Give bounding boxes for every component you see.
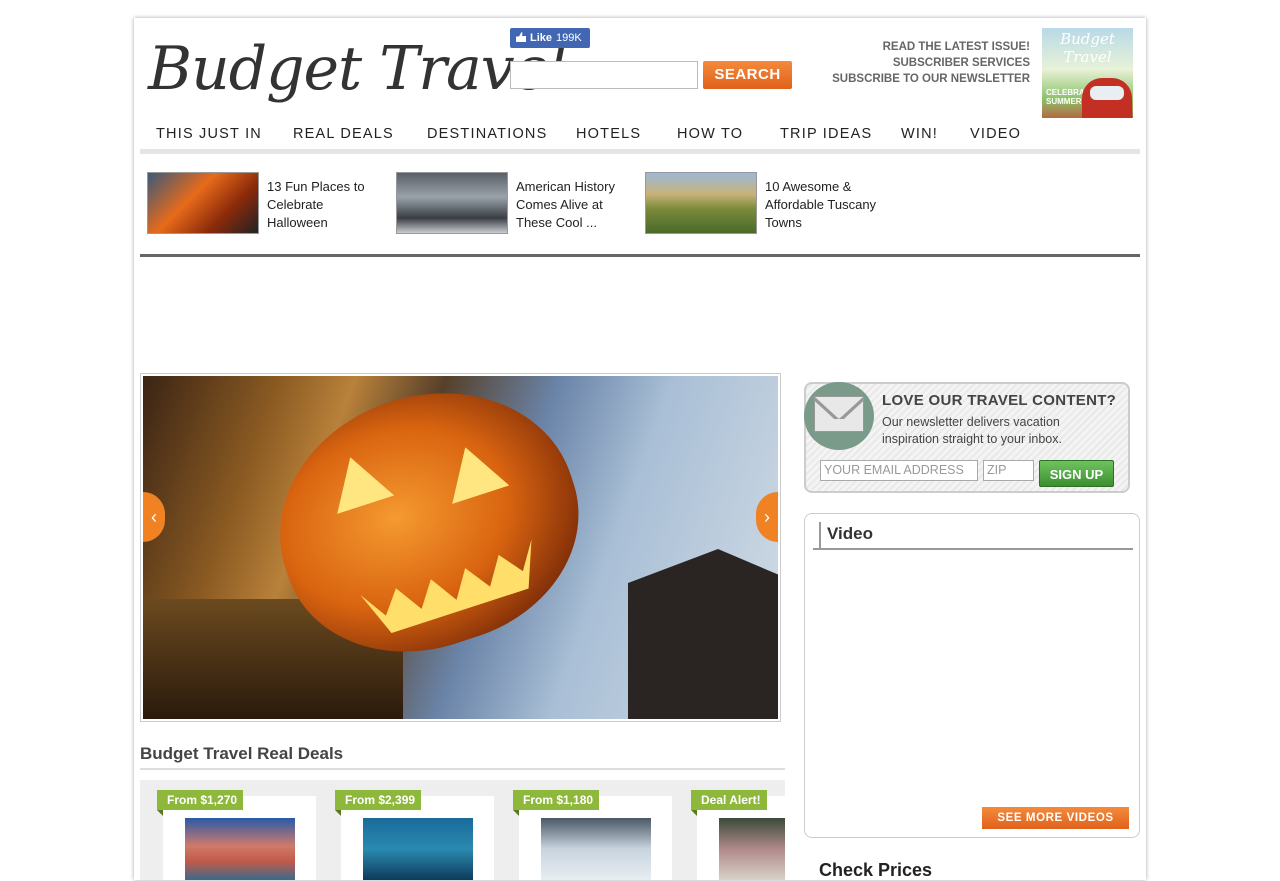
- subscribe-newsletter-link[interactable]: SUBSCRIBE TO OUR NEWSLETTER: [832, 71, 1030, 87]
- envelope-icon: [814, 396, 864, 432]
- nav-this-just-in[interactable]: THIS JUST IN: [156, 118, 262, 150]
- budget-travel-logo[interactable]: Budget Travel: [148, 28, 567, 110]
- newsletter-subtitle: Our newsletter delivers vacation inspira…: [882, 415, 1062, 446]
- deal-image[interactable]: [363, 818, 473, 880]
- deal-card[interactable]: Deal Alert!: [691, 790, 785, 880]
- deal-price-tag: From $2,399: [335, 790, 422, 816]
- slide-image-halloween-pumpkin[interactable]: ‹ ›: [143, 376, 778, 719]
- slideshow-prev-button[interactable]: ‹: [143, 492, 165, 542]
- deal-price-tag: From $1,180: [513, 790, 600, 816]
- deal-card[interactable]: From $1,180: [513, 790, 672, 880]
- slideshow: ‹ ›: [140, 373, 781, 722]
- nav-how-to[interactable]: HOW TO: [677, 118, 743, 150]
- featured-thumbnail[interactable]: [396, 172, 508, 234]
- featured-item[interactable]: 10 Awesome & Affordable Tuscany Towns: [645, 172, 885, 236]
- magazine-cover-title: Budget Travel: [1060, 30, 1115, 66]
- newsletter-email-input[interactable]: YOUR EMAIL ADDRESS: [820, 460, 978, 481]
- divider: [140, 254, 1140, 257]
- page-container: Budget Travel Like 199K SEARCH READ THE L…: [134, 18, 1146, 880]
- main-nav: THIS JUST IN REAL DEALS DESTINATIONS HOT…: [140, 118, 1140, 154]
- deal-card[interactable]: From $2,399: [335, 790, 494, 880]
- deal-price-tag: From $1,270: [157, 790, 244, 816]
- fb-like-label: Like: [530, 32, 553, 44]
- deal-image[interactable]: [719, 818, 785, 880]
- featured-item[interactable]: American History Comes Alive at These Co…: [396, 172, 636, 236]
- video-title-rule: [813, 522, 1133, 550]
- deal-image[interactable]: [185, 818, 295, 880]
- nav-destinations[interactable]: DESTINATIONS: [427, 118, 547, 150]
- deal-price-tag: Deal Alert!: [691, 790, 767, 816]
- nav-video[interactable]: VIDEO: [970, 118, 1021, 150]
- newsletter-title: LOVE OUR TRAVEL CONTENT?: [882, 392, 1117, 409]
- featured-title[interactable]: American History Comes Alive at These Co…: [516, 178, 634, 232]
- nav-win[interactable]: WIN!: [901, 118, 938, 150]
- newsletter-signup-button[interactable]: SIGN UP: [1039, 460, 1114, 487]
- check-prices-heading: Check Prices: [819, 860, 933, 880]
- facebook-like-button[interactable]: Like 199K: [510, 28, 590, 48]
- read-latest-issue-link[interactable]: READ THE LATEST ISSUE!: [832, 39, 1030, 55]
- slide-barn: [628, 549, 778, 719]
- real-deals-carousel: From $1,270 From $2,399 From $1,180 Deal…: [140, 780, 785, 880]
- nav-trip-ideas[interactable]: TRIP IDEAS: [780, 118, 872, 150]
- featured-item[interactable]: 13 Fun Places to Celebrate Halloween: [147, 172, 387, 236]
- search-input[interactable]: [510, 61, 698, 89]
- deal-image[interactable]: [541, 818, 651, 880]
- newsletter-zip-input[interactable]: ZIP: [983, 460, 1034, 481]
- featured-title[interactable]: 13 Fun Places to Celebrate Halloween: [267, 178, 385, 232]
- video-box: Video SEE MORE VIDEOS: [804, 513, 1140, 838]
- newsletter-circle: [804, 382, 874, 450]
- search-button[interactable]: SEARCH: [703, 61, 792, 89]
- nav-hotels[interactable]: HOTELS: [576, 118, 641, 150]
- video-title: Video: [827, 524, 873, 543]
- see-more-videos-button[interactable]: SEE MORE VIDEOS: [982, 807, 1129, 829]
- featured-thumbnail[interactable]: [645, 172, 757, 234]
- top-links: READ THE LATEST ISSUE! SUBSCRIBER SERVIC…: [832, 39, 1030, 87]
- nav-real-deals[interactable]: REAL DEALS: [293, 118, 394, 150]
- deal-card[interactable]: From $1,270: [157, 790, 316, 880]
- newsletter-signup: LOVE OUR TRAVEL CONTENT? Our newsletter …: [804, 382, 1130, 493]
- featured-title[interactable]: 10 Awesome & Affordable Tuscany Towns: [765, 178, 883, 232]
- thumbs-up-icon: [516, 32, 526, 42]
- magazine-cover-line: CELEBRATE SUMMER!: [1046, 88, 1095, 106]
- subscriber-services-link[interactable]: SUBSCRIBER SERVICES: [832, 55, 1030, 71]
- featured-thumbnail[interactable]: [147, 172, 259, 234]
- slideshow-next-button[interactable]: ›: [756, 492, 778, 542]
- real-deals-heading[interactable]: Budget Travel Real Deals: [140, 744, 785, 770]
- fb-like-count: 199K: [556, 32, 582, 44]
